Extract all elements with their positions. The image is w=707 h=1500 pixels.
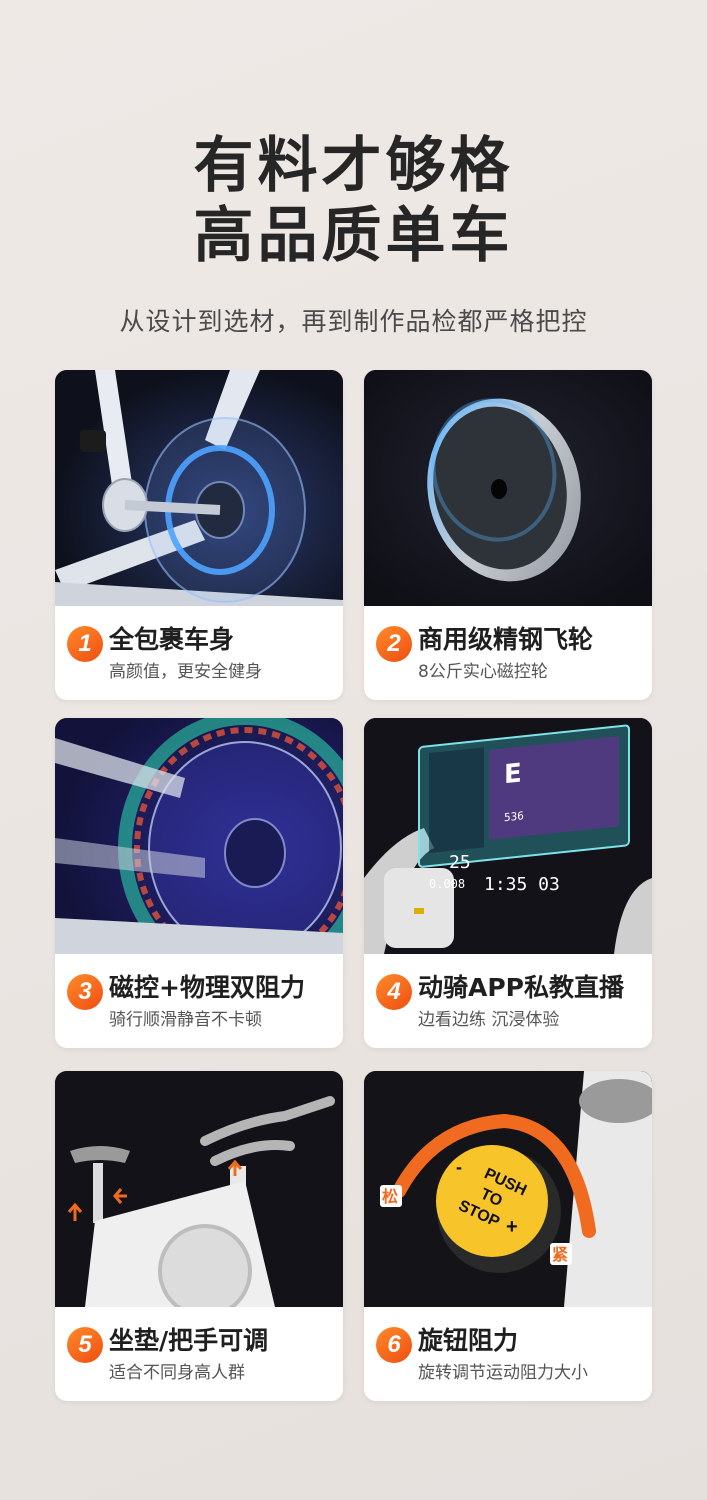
feature-number-badge: 4 [376,974,412,1010]
feature-title: 动骑APP私教直播 [418,973,624,1002]
app-monitor-image: E 536 25 0.008 1:35 03 [364,718,652,954]
feature-title: 全包裹车身 [109,625,235,654]
feature-number-badge: 5 [67,1327,103,1363]
monitor-speed: 25 [449,852,471,873]
feature-description: 适合不同身高人群 [109,1363,245,1383]
feature-title: 磁控+物理双阻力 [109,973,305,1002]
resistance-knob-image: PUSH TO STOP + - 松 紧 [364,1071,652,1307]
feature-card-flywheel: 2 商用级精钢飞轮 8公斤实心磁控轮 [364,370,652,700]
svg-text:E: E [504,758,522,790]
monitor-distance: 0.008 [429,877,465,891]
feature-card-adjustable: 5 坐垫/把手可调 适合不同身高人群 [55,1071,343,1401]
feature-number-badge: 6 [376,1327,412,1363]
feature-description: 8公斤实心磁控轮 [418,662,548,682]
loose-label: 松 [382,1187,398,1206]
feature-description: 骑行顺滑静音不卡顿 [109,1010,262,1030]
adjustable-bike-image [55,1071,343,1307]
flywheel-image [364,370,652,606]
bike-frame-image [55,370,343,606]
subtitle: 从设计到选材，再到制作品检都严格把控 [119,307,588,336]
feature-description: 高颜值，更安全健身 [109,662,262,682]
feature-title: 商用级精钢飞轮 [418,625,594,654]
headline-line-1: 有料才够格 [193,131,514,201]
feature-card-dual-resistance: 3 磁控+物理双阻力 骑行顺滑静音不卡顿 [55,718,343,1048]
headline-line-2: 高品质单车 [193,201,514,271]
magnetic-resistance-image [55,718,343,954]
feature-card-app-live: E 536 25 0.008 1:35 03 4 动骑APP私教直播 边看边练 … [364,718,652,1048]
monitor-time: 1:35 03 [484,874,560,895]
feature-number-badge: 3 [67,974,103,1010]
feature-card-body-enclosure: 1 全包裹车身 高颜值，更安全健身 [55,370,343,700]
feature-number-badge: 2 [376,626,412,662]
feature-title: 旋钮阻力 [418,1326,519,1355]
knob-plus-sign: + [506,1216,518,1238]
feature-title: 坐垫/把手可调 [109,1326,269,1355]
feature-number-badge: 1 [67,626,103,662]
feature-card-resistance-knob: PUSH TO STOP + - 松 紧 6 旋钮阻力 旋转调节运动阻力大小 [364,1071,652,1401]
monitor-calories: 536 [504,809,524,824]
tight-label: 紧 [552,1245,568,1264]
feature-description: 边看边练 沉浸体验 [418,1010,560,1030]
knob-minus-sign: - [456,1157,462,1177]
feature-description: 旋转调节运动阻力大小 [418,1363,588,1383]
